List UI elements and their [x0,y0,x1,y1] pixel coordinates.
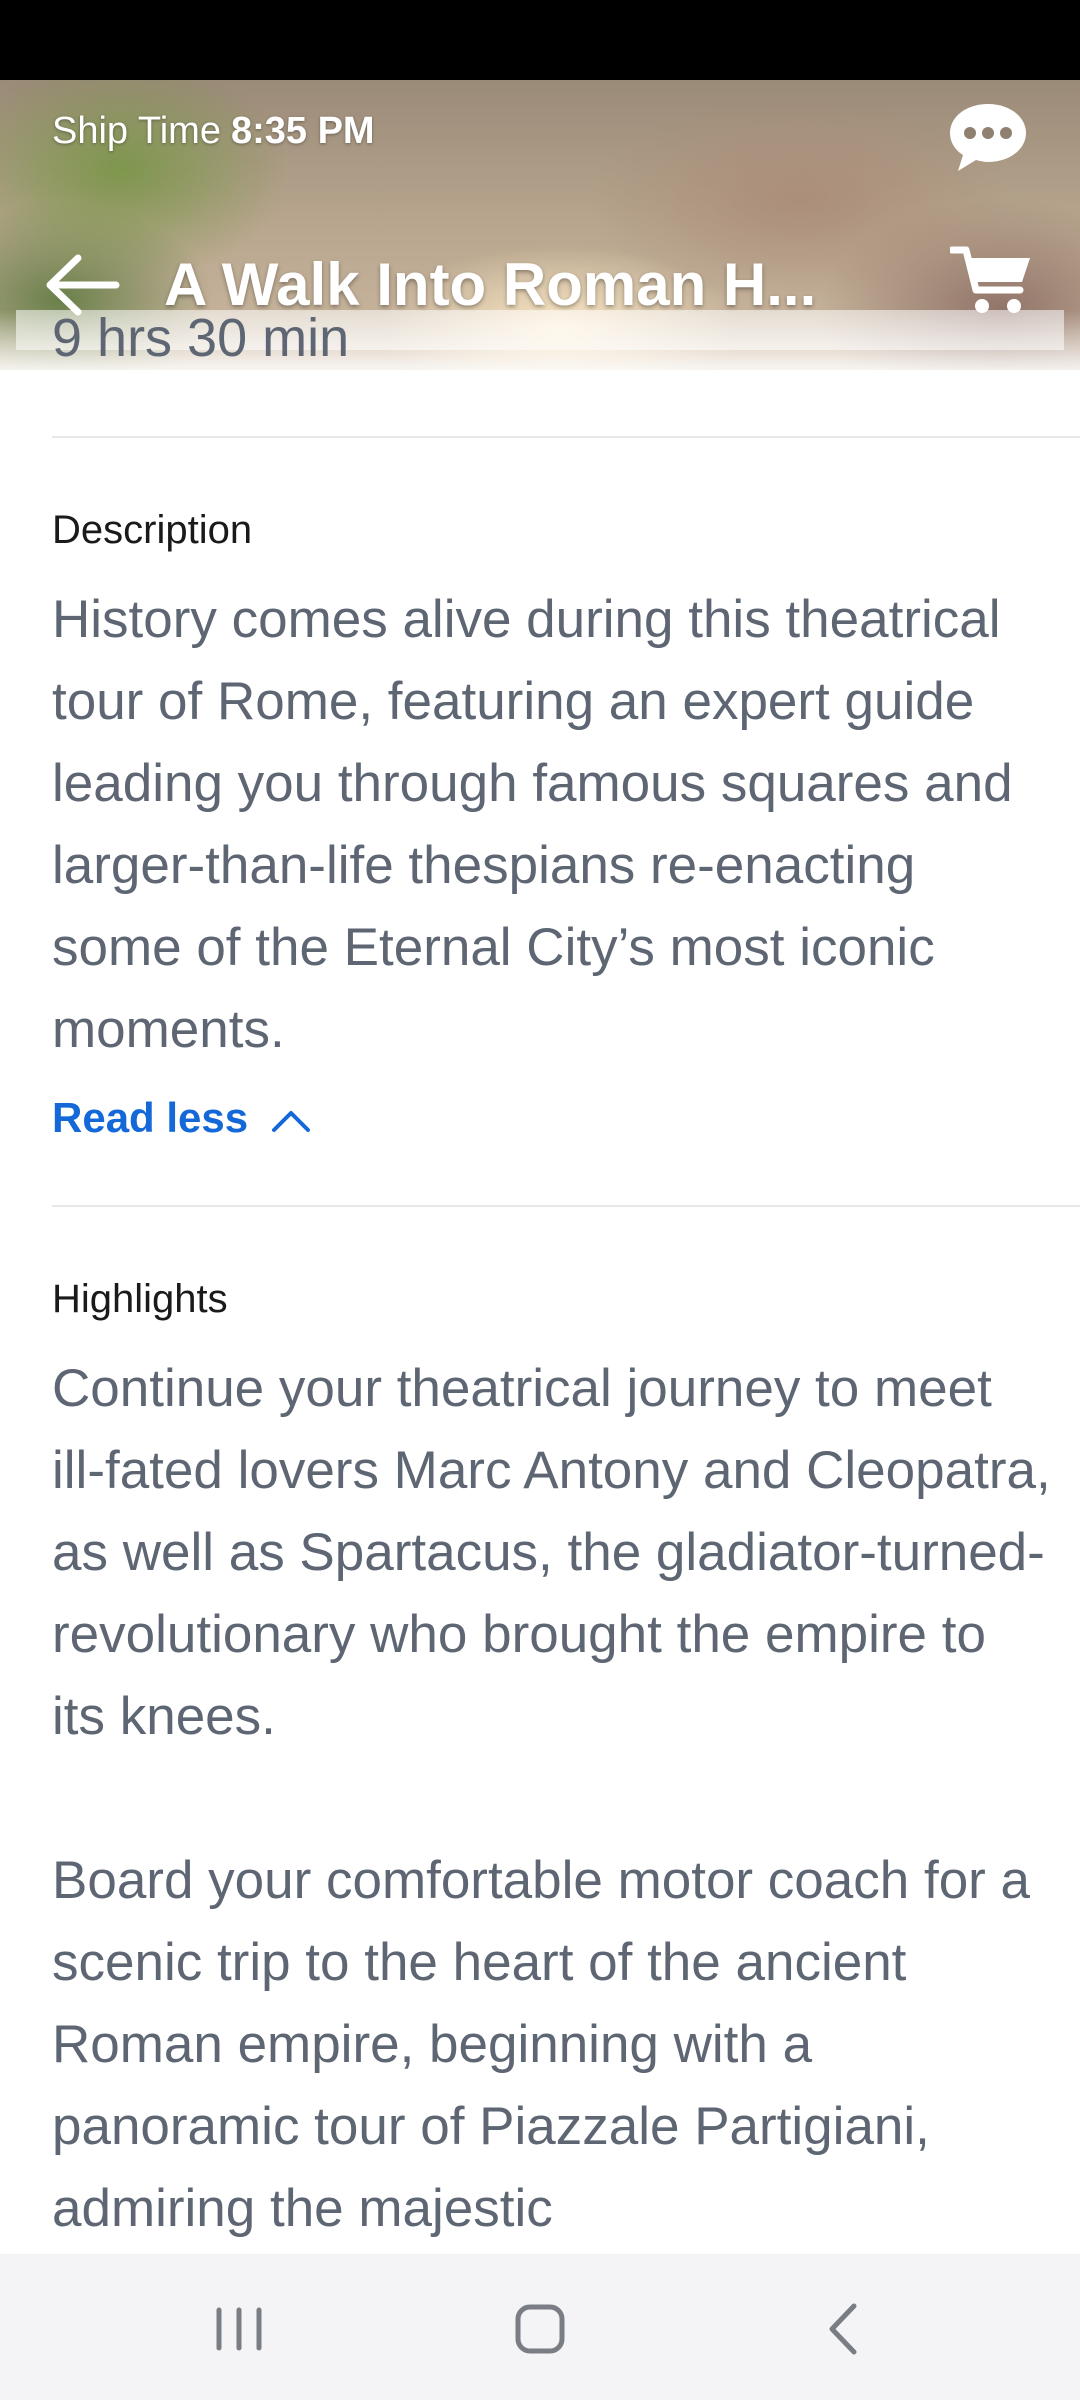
highlights-paragraph: Board your comfortable motor coach for a… [52,1851,1031,2238]
description-heading: Description [52,508,253,552]
screen: 9 hrs 30 min Ship Time 8:35 PM A Walk Int… [0,0,1080,2400]
cart-icon[interactable] [948,244,1034,320]
back-icon[interactable] [810,2294,880,2364]
page-title: A Walk Into Roman H... [164,251,817,318]
description-text: History comes alive during this theatric… [52,590,1013,1059]
chevron-up-icon [272,1110,311,1132]
status-bar [0,0,1080,80]
recent-apps-icon[interactable] [204,2294,274,2364]
ship-time-value: 8:35 PM [230,110,375,152]
back-arrow-icon[interactable] [44,250,122,320]
highlights-paragraph: Continue your theatrical journey to meet… [52,1359,1051,1746]
ship-time: Ship Time 8:35 PM [52,110,375,153]
divider [52,1205,1080,1207]
read-less-label: Read less [52,1094,249,1141]
system-nav-bar [0,2254,1080,2400]
chat-icon[interactable] [946,100,1030,176]
read-less-link[interactable]: Read less [52,1090,312,1146]
home-icon[interactable] [506,2294,576,2364]
ship-time-label: Ship Time [52,110,221,152]
highlights-heading: Highlights [52,1277,228,1321]
divider [52,436,1080,438]
